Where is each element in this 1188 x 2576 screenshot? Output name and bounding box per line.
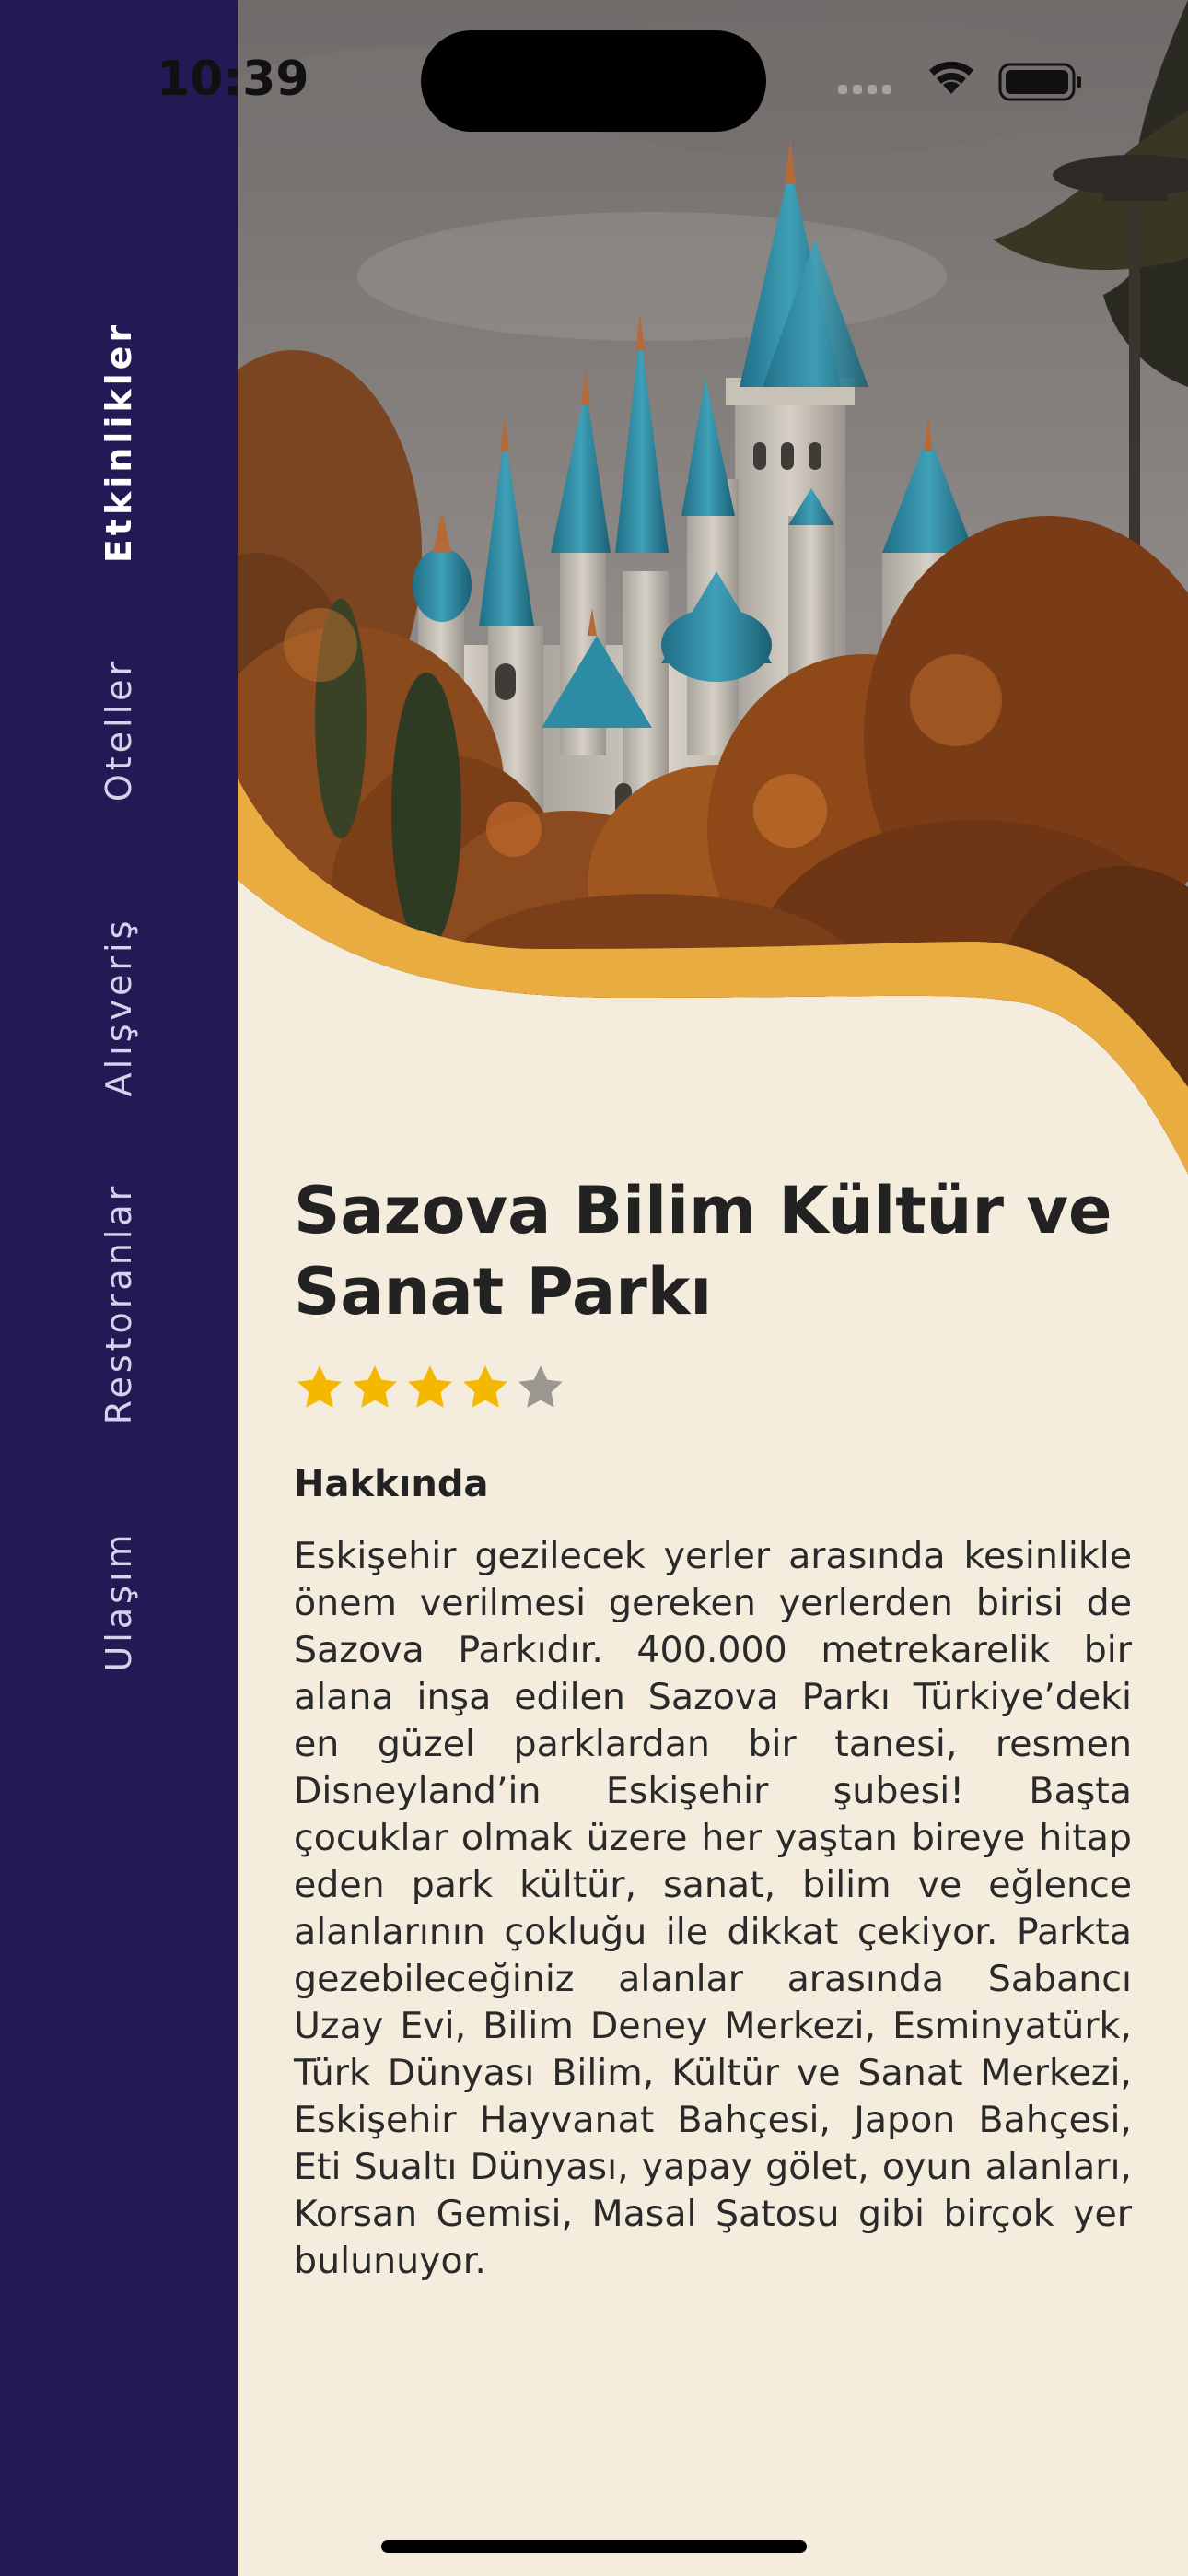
status-time: 10:39 (157, 52, 309, 107)
battery-icon (998, 63, 1081, 101)
about-text: Eskişehir gezilecek yerler arasında kesi… (294, 1535, 1132, 2282)
sidebar-item-restoranlar[interactable]: Restoranlar (99, 1183, 139, 1424)
star-filled-icon (297, 1365, 342, 1408)
status-icons (838, 53, 1087, 113)
star-filled-icon (353, 1365, 397, 1408)
sidebar-item-etkinlikler[interactable]: Etkinlikler (99, 322, 139, 563)
sidebar-item-oteller[interactable]: Oteller (99, 658, 139, 802)
star-filled-icon (408, 1365, 452, 1408)
star-rating (294, 1362, 1132, 1417)
sidebar-nav: Etkinlikler Oteller Alışveriş Restoranla… (0, 0, 238, 2576)
wifi-icon (929, 61, 973, 94)
status-bar: 10:39 (0, 0, 1188, 157)
star-filled-icon (463, 1365, 507, 1408)
sidebar-item-alisveris[interactable]: Alışveriş (99, 918, 139, 1097)
sidebar-item-ulasim[interactable]: Ulaşım (99, 1530, 139, 1671)
about-heading: Hakkında (294, 1463, 489, 1505)
home-indicator[interactable] (381, 2540, 807, 2553)
hero-image (238, 0, 1188, 1175)
cellular-signal-icon (838, 85, 891, 94)
star-empty-icon (518, 1365, 563, 1408)
dynamic-island (421, 30, 766, 132)
place-details: Sazova Bilim Kültür ve Sanat Parkı Hakkı… (294, 1170, 1132, 2322)
